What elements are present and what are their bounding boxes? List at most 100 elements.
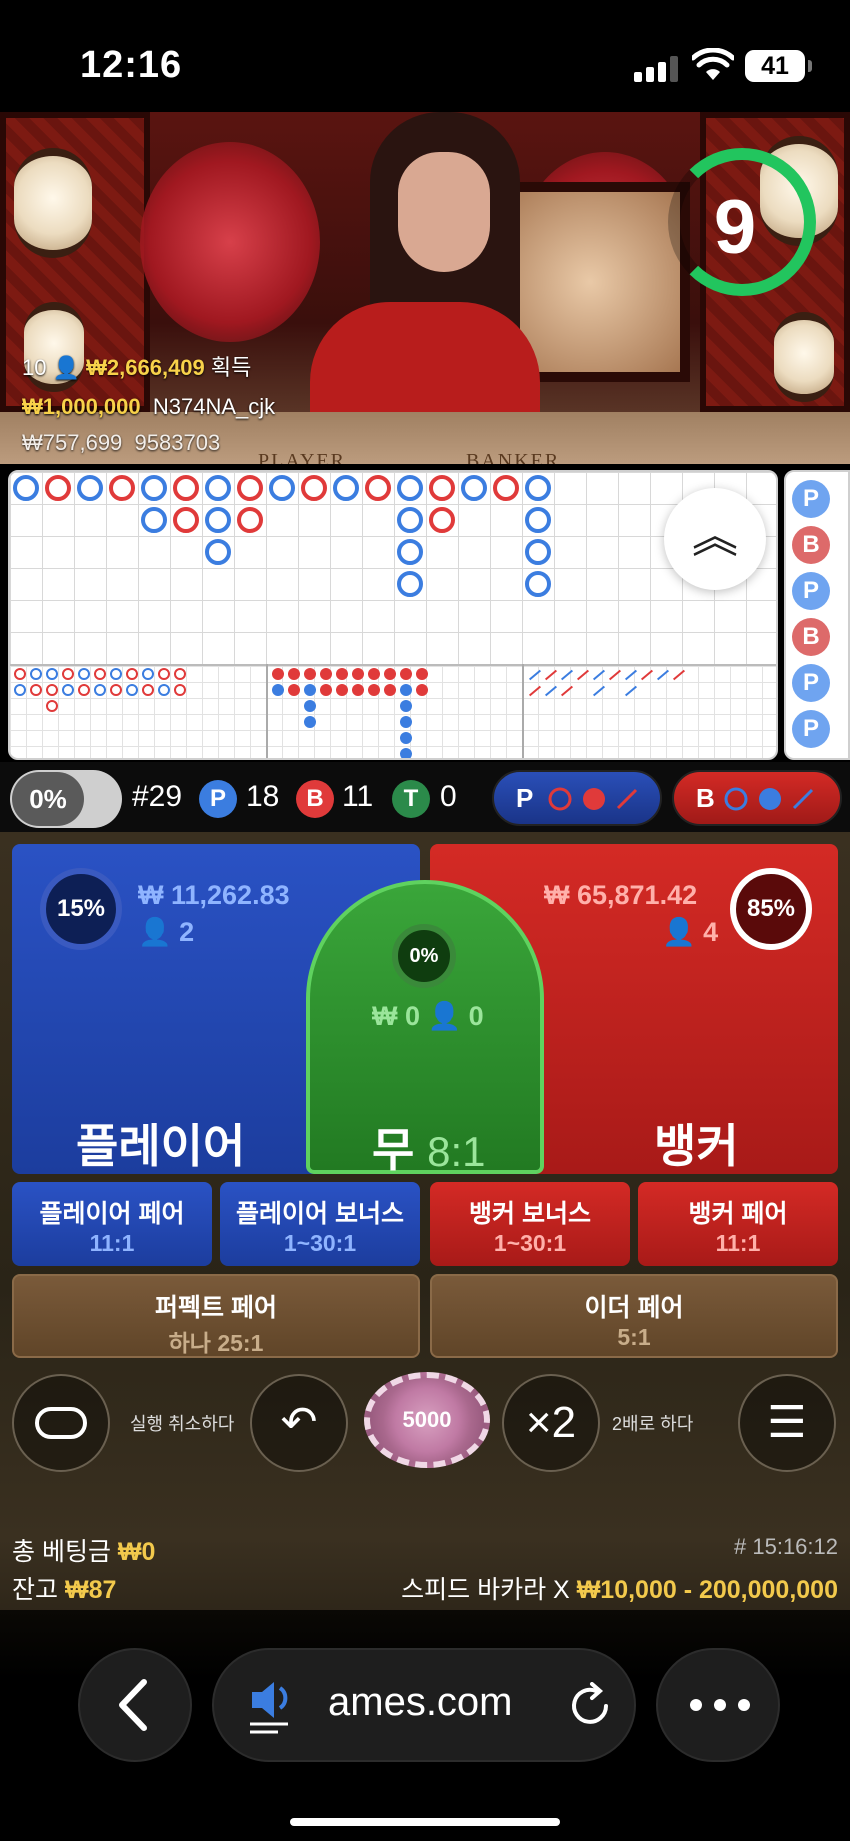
tie-amount: ₩ 0 xyxy=(372,1001,421,1031)
small-road-mark xyxy=(272,668,284,680)
wifi-icon xyxy=(692,48,734,80)
status-bar: 12:16 41 xyxy=(0,0,850,112)
user-icon: 👤 xyxy=(662,917,696,947)
small-road-mark xyxy=(46,700,58,712)
countdown-number: 9 xyxy=(713,185,757,270)
small-road-mark xyxy=(400,748,412,758)
undo-label: 실행 취소하다 xyxy=(130,1414,235,1434)
side-bet-payout: 11:1 xyxy=(89,1230,135,1256)
small-road-mark xyxy=(352,684,364,696)
player-bettor-count: 👤 2 xyxy=(138,916,194,948)
player-badge: P xyxy=(199,780,237,818)
small-road-mark xyxy=(110,668,122,680)
banker-badge: B xyxy=(296,780,334,818)
player-pair-bet[interactable]: 플레이어 페어 11:1 xyxy=(12,1182,212,1266)
chip-selector[interactable]: 5000 xyxy=(364,1372,490,1468)
tie-badge: T xyxy=(392,780,430,818)
side-bet-title: 플레이어 페어 xyxy=(39,1200,185,1228)
side-bet-payout: 1~30:1 xyxy=(283,1230,357,1256)
user-icon: 👤 xyxy=(52,355,81,380)
live-video: PLAYER BANKER 9 10 👤 ₩2,666,409 획득 ₩1,00… xyxy=(0,112,850,464)
small-road-mark xyxy=(158,684,170,696)
small-road-mark xyxy=(158,668,170,680)
address-bar[interactable]: ames.com xyxy=(212,1648,636,1762)
small-road-mark xyxy=(400,684,412,696)
road-banker-mark xyxy=(493,475,519,501)
road-banker-mark xyxy=(173,475,199,501)
bead-plate-strip[interactable]: P B P B P P xyxy=(784,470,850,760)
winner-row: 10 👤 ₩2,666,409 획득 xyxy=(22,350,251,382)
small-road-mark xyxy=(368,668,380,680)
small-road-mark xyxy=(94,668,106,680)
player-percent-ring: 15% xyxy=(40,868,122,950)
tie-bet-label: 무 8:1 xyxy=(372,1114,486,1180)
big-road xyxy=(10,472,776,664)
road-player-mark xyxy=(461,475,487,501)
small-road-mark xyxy=(416,668,428,680)
player-bonus-bet[interactable]: 플레이어 보너스 1~30:1 xyxy=(220,1182,420,1266)
lantern xyxy=(14,148,92,258)
road-player-mark xyxy=(525,507,551,533)
road-divider xyxy=(266,664,268,758)
small-road-mark xyxy=(304,700,316,712)
small-road-mark xyxy=(94,684,106,696)
small-road-mark xyxy=(288,668,300,680)
banker-bet-amount: ₩ 65,871.42 xyxy=(544,880,698,910)
expand-roads-button[interactable]: ︽ xyxy=(664,488,766,590)
lantern xyxy=(774,312,834,402)
winner-rank: 10 xyxy=(22,355,47,380)
winner-amount: ₩2,666,409 xyxy=(86,355,205,380)
small-road-mark xyxy=(336,684,348,696)
tie-count: 0 xyxy=(440,780,457,813)
more-dots-icon xyxy=(690,1699,750,1711)
small-road-mark xyxy=(272,684,284,696)
bead-banker: B xyxy=(792,618,830,656)
winner-name: N374NA_cjk xyxy=(152,394,276,419)
table-view-button[interactable] xyxy=(12,1374,110,1472)
small-road-mark xyxy=(368,684,380,696)
total-bet-label: 총 베팅금 xyxy=(12,1538,111,1566)
small-road-mark xyxy=(126,668,138,680)
undo-icon: ↶ xyxy=(280,1398,318,1447)
side-bet-payout: 하나 25:1 xyxy=(168,1330,264,1356)
banker-bonus-bet[interactable]: 뱅커 보너스 1~30:1 xyxy=(430,1182,630,1266)
small-road-mark xyxy=(416,684,428,696)
side-bet-payout: 11:1 xyxy=(715,1230,761,1256)
banker-pair-bet[interactable]: 뱅커 페어 11:1 xyxy=(638,1182,838,1266)
banker-bettors: 4 xyxy=(703,917,719,947)
road-banker-mark xyxy=(173,507,199,533)
total-bet: 총 베팅금 ₩0 xyxy=(12,1532,155,1568)
percent-toggle-knob[interactable]: 0% xyxy=(12,772,84,826)
road-divider xyxy=(522,664,524,758)
road-player-mark xyxy=(77,475,103,501)
perfect-pair-bet[interactable]: 퍼펙트 페어 하나 25:1 xyxy=(12,1274,420,1358)
road-banker-mark xyxy=(237,475,263,501)
total-bet-value: ₩0 xyxy=(117,1538,156,1566)
small-road-mark xyxy=(46,684,58,696)
road-player-mark xyxy=(397,475,423,501)
road-player-mark xyxy=(397,539,423,565)
winner-row: ₩757,699 9583703 xyxy=(22,430,220,456)
player-count: 18 xyxy=(246,780,280,813)
tie-bet-spot[interactable]: 0% ₩ 0 👤 0 무 8:1 xyxy=(306,880,544,1176)
banker-bet-label: 뱅커 xyxy=(654,1120,739,1172)
user-icon: 👤 xyxy=(427,1001,462,1031)
table-label-banker: BANKER xyxy=(466,450,561,464)
player-predict-button[interactable]: P xyxy=(492,770,662,826)
double-button[interactable]: ×2 xyxy=(502,1374,600,1472)
dealer-face xyxy=(398,152,490,272)
small-road-mark xyxy=(320,668,332,680)
menu-button[interactable]: ☰ xyxy=(738,1374,836,1472)
reload-icon[interactable] xyxy=(566,1682,614,1730)
either-pair-bet[interactable]: 이더 페어 5:1 xyxy=(430,1274,838,1358)
back-button[interactable] xyxy=(78,1648,192,1762)
scoreboard-roads[interactable] xyxy=(8,470,778,760)
road-banker-mark xyxy=(429,507,455,533)
more-button[interactable] xyxy=(656,1648,780,1762)
tie-payout: 8:1 xyxy=(427,1128,486,1175)
undo-button[interactable]: ↶ xyxy=(250,1374,348,1472)
banker-predict-button[interactable]: B xyxy=(672,770,842,826)
hamburger-icon: ☰ xyxy=(767,1398,807,1447)
side-bet-payout: 5:1 xyxy=(617,1324,651,1350)
tie-bet-amount: ₩ 0 👤 0 xyxy=(372,1000,484,1032)
